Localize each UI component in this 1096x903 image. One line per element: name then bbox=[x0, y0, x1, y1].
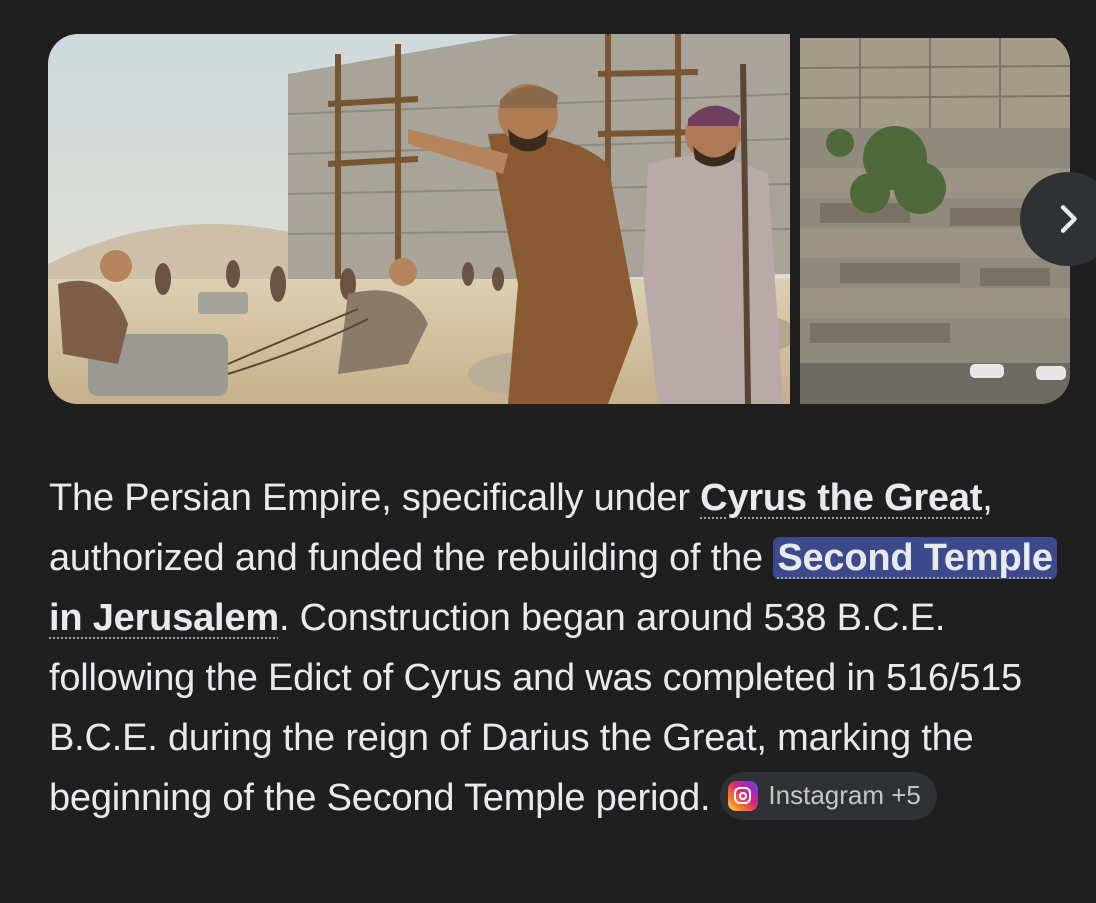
highlighted-term: Second Temple bbox=[773, 537, 1057, 579]
answer-intro: The Persian Empire, specifically under bbox=[49, 477, 701, 519]
chevron-right-icon bbox=[1060, 205, 1077, 233]
image-rebuilding-illustration[interactable] bbox=[48, 34, 790, 404]
rebuilding-illustration-graphic bbox=[48, 34, 790, 404]
instagram-icon bbox=[728, 780, 759, 811]
source-chip-label: Instagram +5 bbox=[768, 780, 921, 811]
source-chip-instagram[interactable]: Instagram +5 bbox=[720, 771, 937, 820]
image-carousel bbox=[48, 34, 1070, 404]
entity-link-cyrus-the-great[interactable]: Cyrus the Great bbox=[700, 477, 982, 519]
ai-overview-answer: The Persian Empire, specifically under C… bbox=[49, 468, 1079, 828]
entity-link-rest: in Jerusalem bbox=[49, 597, 279, 639]
